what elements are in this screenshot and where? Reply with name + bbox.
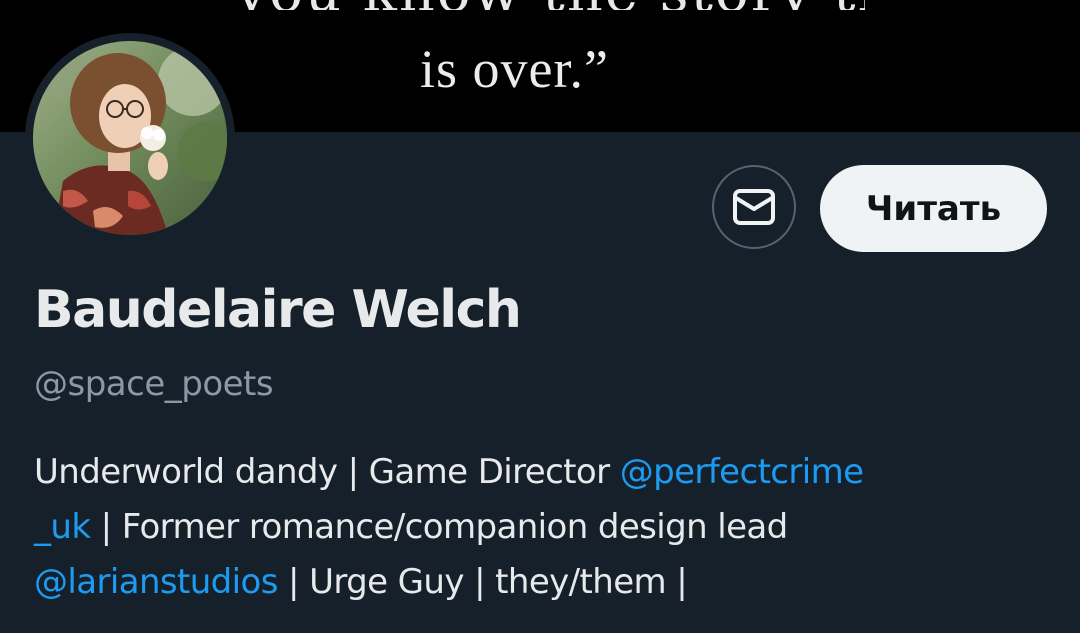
bio-line: _uk | Former romance/companion design le… xyxy=(34,500,1064,555)
message-button[interactable] xyxy=(712,165,796,249)
bio-line: Underworld dandy | Game Director @perfec… xyxy=(34,445,1064,500)
bio-text: Underworld dandy | Game Director xyxy=(34,452,620,492)
avatar-photo xyxy=(33,41,227,235)
mention-link-perfectcrime-continued[interactable]: _uk xyxy=(34,507,91,547)
mention-link-perfectcrime[interactable]: @perfectcrime xyxy=(620,452,864,492)
mention-link-larianstudios[interactable]: @larianstudios xyxy=(34,562,278,602)
bio-text: | Urge Guy | they/them | xyxy=(277,562,688,602)
follow-button[interactable]: Читать xyxy=(820,165,1047,252)
bio-line: @larianstudios | Urge Guy | they/them | xyxy=(34,555,1064,610)
display-name: Baudelaire Welch xyxy=(34,280,522,340)
avatar[interactable] xyxy=(33,41,227,235)
profile-handle: @space_poets xyxy=(34,364,274,404)
envelope-icon xyxy=(733,189,775,225)
bio-text: | Former romance/companion design lead xyxy=(90,507,789,547)
banner-quote-top: “you know the story that xyxy=(205,0,865,10)
avatar-ring xyxy=(25,33,235,243)
banner-quote: is over.” xyxy=(420,39,609,99)
profile-bio: Underworld dandy | Game Director @perfec… xyxy=(34,445,1064,610)
